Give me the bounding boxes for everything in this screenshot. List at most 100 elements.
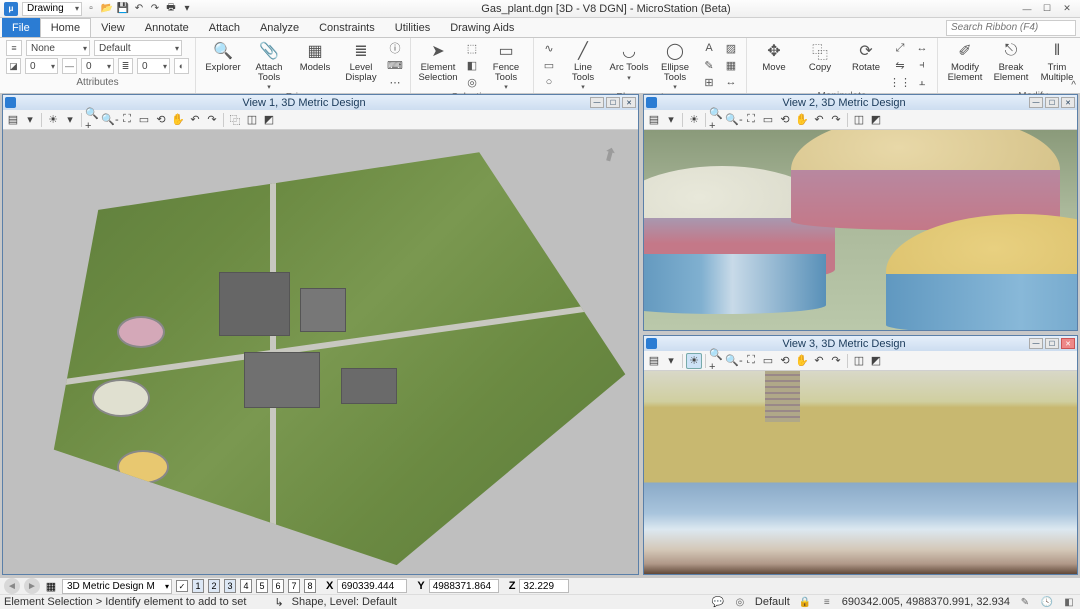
qat-print-icon[interactable]: 🖶: [164, 2, 178, 16]
break-element-button[interactable]: ⎋Break Element: [990, 40, 1032, 82]
maximize-button[interactable]: ☐: [1038, 2, 1056, 16]
view-toggle-1[interactable]: 1: [192, 579, 204, 593]
zoom-in-icon[interactable]: 🔍+: [85, 112, 101, 128]
more-primary-icon[interactable]: ⋯: [386, 74, 404, 90]
modify-element-button[interactable]: ✐Modify Element: [944, 40, 986, 82]
view-attributes-icon[interactable]: ▤: [5, 112, 21, 128]
transparency-icon[interactable]: ◐: [174, 58, 189, 74]
lineweight-icon[interactable]: ≣: [118, 58, 133, 74]
view-1-close[interactable]: ✕: [622, 97, 636, 108]
qat-redo-icon[interactable]: ↷: [148, 2, 162, 16]
view-toggle-5[interactable]: 5: [256, 579, 268, 593]
clip-mask-icon[interactable]: ◩: [261, 112, 277, 128]
level-display-button[interactable]: ≣Level Display: [340, 40, 382, 82]
color-swatch-icon[interactable]: ◪: [6, 58, 21, 74]
display-style-icon[interactable]: ▾: [663, 353, 679, 369]
view-toggle-6[interactable]: 6: [272, 579, 284, 593]
level-dropdown[interactable]: None: [26, 40, 90, 56]
place-cell-icon[interactable]: ⊞: [700, 74, 718, 90]
tab-annotate[interactable]: Annotate: [135, 18, 199, 37]
view-previous-icon[interactable]: ↶: [187, 112, 203, 128]
stretch-icon[interactable]: ↔: [913, 40, 931, 56]
copy-button[interactable]: ⿻Copy: [799, 40, 841, 73]
zoom-in-icon[interactable]: 🔍+: [709, 353, 725, 369]
pan-view-icon[interactable]: ✋: [794, 112, 810, 128]
view-3-maximize[interactable]: ☐: [1045, 338, 1059, 349]
tab-constraints[interactable]: Constraints: [309, 18, 385, 37]
copy-view-icon[interactable]: ⿻: [227, 112, 243, 128]
view-tools-icon[interactable]: ▾: [62, 112, 78, 128]
select-none-icon[interactable]: ◎: [463, 74, 481, 90]
view-next-icon[interactable]: ↷: [828, 112, 844, 128]
color-dropdown[interactable]: 0: [25, 58, 58, 74]
rotate-view-icon[interactable]: ⟲: [153, 112, 169, 128]
view-3-close[interactable]: ✕: [1061, 338, 1075, 349]
view-attributes-icon[interactable]: ▤: [646, 112, 662, 128]
zoom-out-icon[interactable]: 🔍-: [726, 353, 742, 369]
model-dropdown[interactable]: 3D Metric Design M: [62, 579, 172, 594]
display-style-icon[interactable]: ▾: [22, 112, 38, 128]
fit-view-icon[interactable]: ⛶: [743, 353, 759, 369]
view-toggle-7[interactable]: 7: [288, 579, 300, 593]
message-center-icon[interactable]: 💬: [711, 596, 725, 608]
clip-mask-icon[interactable]: ◩: [868, 112, 884, 128]
view-1-maximize[interactable]: ☐: [606, 97, 620, 108]
view-1-canvas[interactable]: [3, 130, 638, 574]
zoom-in-icon[interactable]: 🔍+: [709, 112, 725, 128]
arc-tools-button[interactable]: ◡Arc Tools▾: [608, 40, 650, 82]
tab-utilities[interactable]: Utilities: [385, 18, 440, 37]
view-next-icon[interactable]: ↷: [204, 112, 220, 128]
design-history-icon[interactable]: 🕓: [1040, 596, 1054, 608]
place-note-icon[interactable]: ✎: [700, 57, 718, 73]
minimize-button[interactable]: —: [1018, 2, 1036, 16]
tab-attach[interactable]: Attach: [199, 18, 250, 37]
adjust-brightness-icon[interactable]: ☀: [686, 112, 702, 128]
rotate-button[interactable]: ⟳Rotate: [845, 40, 887, 73]
locks-icon[interactable]: 🔒: [798, 596, 812, 608]
trim-multiple-button[interactable]: ‖Trim Multiple: [1036, 40, 1078, 82]
ellipse-tools-button[interactable]: ◯Ellipse Tools▾: [654, 40, 696, 91]
move-button[interactable]: ✥Move: [753, 40, 795, 73]
view-1-minimize[interactable]: —: [590, 97, 604, 108]
place-block-icon[interactable]: ▭: [540, 57, 558, 73]
window-area-icon[interactable]: ▭: [760, 353, 776, 369]
dialog-focus-icon[interactable]: ◧: [1062, 596, 1076, 608]
clip-volume-icon[interactable]: ◫: [851, 112, 867, 128]
level-icon[interactable]: ≡: [6, 40, 22, 56]
fit-view-icon[interactable]: ⛶: [743, 112, 759, 128]
window-area-icon[interactable]: ▭: [760, 112, 776, 128]
view-3-minimize[interactable]: —: [1029, 338, 1043, 349]
view-previous-icon[interactable]: ↶: [811, 112, 827, 128]
tab-drawing-aids[interactable]: Drawing Aids: [440, 18, 524, 37]
view-previous-icon[interactable]: ↶: [811, 353, 827, 369]
adjust-brightness-icon[interactable]: ☀: [686, 353, 702, 369]
nav-back-button[interactable]: ◄: [4, 578, 20, 594]
ribbon-collapse-icon[interactable]: ^: [1071, 80, 1076, 91]
nav-forward-button[interactable]: ►: [24, 578, 40, 594]
qat-open-icon[interactable]: 📂: [100, 2, 114, 16]
properties-icon[interactable]: ⓘ: [386, 40, 404, 56]
view-toggle-2[interactable]: 2: [208, 579, 220, 593]
view-next-icon[interactable]: ↷: [828, 353, 844, 369]
align-icon[interactable]: ⫞: [913, 57, 931, 73]
tab-analyze[interactable]: Analyze: [250, 18, 309, 37]
ribbon-search-input[interactable]: [946, 20, 1076, 36]
explorer-button[interactable]: 🔍Explorer: [202, 40, 244, 73]
active-level-icon[interactable]: ≡: [820, 596, 834, 608]
file-changed-icon[interactable]: ✎: [1018, 596, 1032, 608]
qat-new-icon[interactable]: ▫: [84, 2, 98, 16]
fit-view-icon[interactable]: ⛶: [119, 112, 135, 128]
view-2-canvas[interactable]: [644, 130, 1077, 330]
view-2-maximize[interactable]: ☐: [1045, 97, 1059, 108]
view-toggle-3[interactable]: 3: [224, 579, 236, 593]
scale-icon[interactable]: ⤢: [891, 40, 909, 56]
mirror-icon[interactable]: ⇋: [891, 57, 909, 73]
view-2-close[interactable]: ✕: [1061, 97, 1075, 108]
clip-mask-icon[interactable]: ◩: [868, 353, 884, 369]
line-tools-button[interactable]: ╱Line Tools▾: [562, 40, 604, 91]
lineweight-dropdown[interactable]: 0: [137, 58, 170, 74]
view-2-minimize[interactable]: —: [1029, 97, 1043, 108]
tab-view[interactable]: View: [91, 18, 135, 37]
rotate-view-icon[interactable]: ⟲: [777, 112, 793, 128]
display-style-icon[interactable]: ▾: [663, 112, 679, 128]
